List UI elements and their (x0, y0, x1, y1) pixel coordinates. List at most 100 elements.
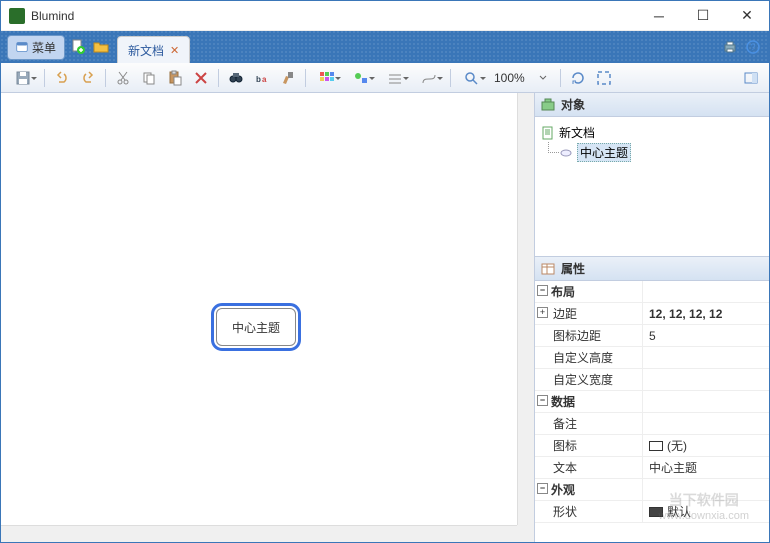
properties-icon (541, 262, 555, 276)
svg-text:a: a (262, 75, 267, 84)
topic-icon (559, 146, 573, 160)
titlebar: Blumind ─ ☐ ✕ (1, 1, 769, 31)
copy-icon (141, 70, 157, 86)
tree-root[interactable]: 新文档 (541, 123, 763, 142)
sidebar-toggle-button[interactable] (739, 67, 763, 89)
prop-group-appearance[interactable]: −外观 (535, 479, 769, 501)
collapse-icon[interactable]: − (537, 395, 548, 406)
fullscreen-button[interactable] (592, 67, 616, 89)
open-file-button[interactable] (91, 37, 111, 57)
prop-group-data[interactable]: −数据 (535, 391, 769, 413)
find-button[interactable] (224, 67, 248, 89)
tree-root-label: 新文档 (559, 124, 595, 141)
refresh-button[interactable] (566, 67, 590, 89)
sidebar-icon (743, 70, 759, 86)
line-style-button[interactable] (379, 67, 411, 89)
document-icon (541, 126, 555, 140)
menubar: 菜单 新文档 ✕ ? (1, 31, 769, 63)
color-grid-icon (319, 71, 335, 85)
scrollbar-horizontal[interactable] (1, 525, 517, 542)
redo-icon (80, 70, 96, 86)
undo-icon (54, 70, 70, 86)
canvas[interactable]: 中心主题 (1, 93, 535, 542)
binoculars-icon (228, 70, 244, 86)
open-folder-icon (93, 39, 109, 55)
paste-button[interactable] (163, 67, 187, 89)
chevron-down-icon (539, 74, 547, 82)
scroll-corner (517, 525, 534, 542)
prop-row-margin[interactable]: +边距 12, 12, 12, 12 (535, 303, 769, 325)
format-brush-button[interactable] (276, 67, 300, 89)
save-icon (15, 70, 31, 86)
printer-icon (722, 39, 738, 55)
prop-row-icon-margin[interactable]: 图标边距 5 (535, 325, 769, 347)
delete-button[interactable] (189, 67, 213, 89)
redo-button[interactable] (76, 67, 100, 89)
scrollbar-vertical[interactable] (517, 93, 534, 525)
zoom-level: 100% (490, 71, 529, 85)
delete-icon (193, 70, 209, 86)
paste-icon (167, 70, 183, 86)
app-icon (9, 8, 25, 24)
undo-button[interactable] (50, 67, 74, 89)
prop-row-custom-height[interactable]: 自定义高度 (535, 347, 769, 369)
help-button[interactable]: ? (743, 37, 763, 57)
properties-grid[interactable]: −布局 +边距 12, 12, 12, 12 图标边距 5 自定义高度 自定义宽… (535, 281, 769, 542)
replace-button[interactable]: ba (250, 67, 274, 89)
collapse-icon[interactable]: − (537, 285, 548, 296)
toolbar: ba 100% (1, 63, 769, 93)
new-file-icon (70, 39, 86, 55)
properties-panel-header[interactable]: 属性 (535, 257, 769, 281)
save-button[interactable] (7, 67, 39, 89)
window-title: Blumind (31, 9, 637, 23)
svg-text:b: b (256, 75, 261, 84)
app-menu-icon (16, 41, 28, 53)
print-button[interactable] (720, 37, 740, 57)
objects-tree[interactable]: 新文档 中心主题 (535, 117, 769, 257)
zoom-button[interactable] (456, 67, 488, 89)
tab-close-icon[interactable]: ✕ (170, 44, 179, 57)
line-icon (387, 71, 403, 85)
prop-row-text[interactable]: 文本 中心主题 (535, 457, 769, 479)
central-topic[interactable]: 中心主题 (216, 308, 296, 346)
document-tab[interactable]: 新文档 ✕ (117, 36, 190, 63)
node-shape-icon (353, 71, 369, 85)
node-shape-button[interactable] (345, 67, 377, 89)
zoom-dropdown[interactable] (531, 67, 555, 89)
properties-panel-title: 属性 (561, 260, 585, 277)
tree-child[interactable]: 中心主题 (541, 142, 763, 163)
prop-row-icon[interactable]: 图标 (无) (535, 435, 769, 457)
color-grid-button[interactable] (311, 67, 343, 89)
fullscreen-icon (596, 70, 612, 86)
prop-group-layout[interactable]: −布局 (535, 281, 769, 303)
icon-swatch (649, 441, 663, 451)
main-menu-button[interactable]: 菜单 (7, 35, 65, 60)
help-icon: ? (745, 39, 761, 55)
replace-icon: ba (254, 70, 270, 86)
minimize-button[interactable]: ─ (637, 2, 681, 30)
prop-row-remark[interactable]: 备注 (535, 413, 769, 435)
magnifier-icon (464, 71, 480, 85)
scissors-icon (115, 70, 131, 86)
right-panel: 对象 新文档 中心主题 属性 −布局 (535, 93, 769, 542)
new-file-button[interactable] (68, 37, 88, 57)
objects-panel-title: 对象 (561, 96, 585, 113)
cut-button[interactable] (111, 67, 135, 89)
shape-swatch (649, 507, 663, 517)
prop-row-custom-width[interactable]: 自定义宽度 (535, 369, 769, 391)
close-button[interactable]: ✕ (725, 2, 769, 30)
copy-button[interactable] (137, 67, 161, 89)
prop-row-shape[interactable]: 形状 默认 (535, 501, 769, 523)
maximize-button[interactable]: ☐ (681, 2, 725, 30)
content-area: 中心主题 对象 新文档 中心主题 (1, 93, 769, 542)
tab-label: 新文档 (128, 42, 164, 59)
connector-icon (421, 71, 437, 85)
expand-icon[interactable]: + (537, 307, 548, 318)
objects-panel-header[interactable]: 对象 (535, 93, 769, 117)
connector-button[interactable] (413, 67, 445, 89)
collapse-icon[interactable]: − (537, 483, 548, 494)
objects-icon (541, 98, 555, 112)
svg-text:?: ? (750, 42, 755, 52)
refresh-icon (570, 70, 586, 86)
main-menu-label: 菜单 (32, 39, 56, 56)
